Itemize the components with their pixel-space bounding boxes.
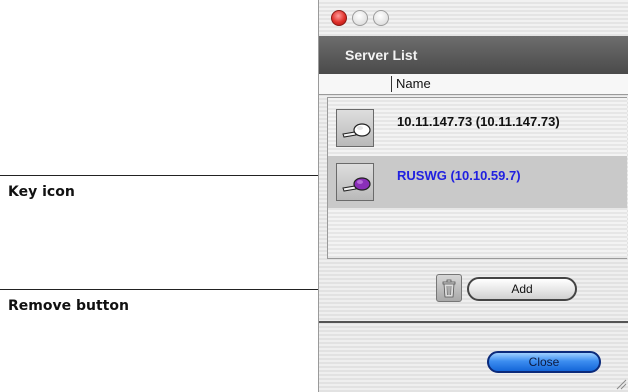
server-row-selected[interactable]: RUSWG (10.10.59.7) <box>328 156 627 208</box>
server-list: 10.11.147.73 (10.11.147.73) RUSWG (10.10… <box>327 97 627 259</box>
server-list-header: Server List <box>319 36 628 74</box>
close-button[interactable]: Close <box>487 351 601 373</box>
server-name: 10.11.147.73 (10.11.147.73) <box>397 114 560 129</box>
footer-divider <box>319 321 628 323</box>
trash-icon <box>442 279 456 298</box>
name-column-label: Name <box>396 76 431 91</box>
name-column-header[interactable]: Name <box>319 74 628 95</box>
key-icon-callout-line <box>0 175 333 176</box>
remove-button-callout-label: Remove button <box>8 298 129 314</box>
key-icon <box>336 109 374 147</box>
remove-button[interactable] <box>436 274 462 302</box>
server-list-window: Server List Name 10.11.147.73 (10.11.147… <box>318 0 628 392</box>
add-button[interactable]: Add <box>467 277 577 301</box>
window-titlebar[interactable] <box>319 0 628 36</box>
key-icon-callout-label: Key icon <box>8 184 75 200</box>
window-zoom-icon[interactable] <box>373 10 389 26</box>
server-name: RUSWG (10.10.59.7) <box>397 168 521 183</box>
server-row[interactable]: 10.11.147.73 (10.11.147.73) <box>328 102 627 154</box>
resize-grip-icon[interactable] <box>615 378 627 390</box>
column-divider <box>391 76 392 92</box>
window-minimize-icon[interactable] <box>352 10 368 26</box>
server-list-title: Server List <box>345 47 418 63</box>
window-close-icon[interactable] <box>331 10 347 26</box>
key-icon <box>336 163 374 201</box>
